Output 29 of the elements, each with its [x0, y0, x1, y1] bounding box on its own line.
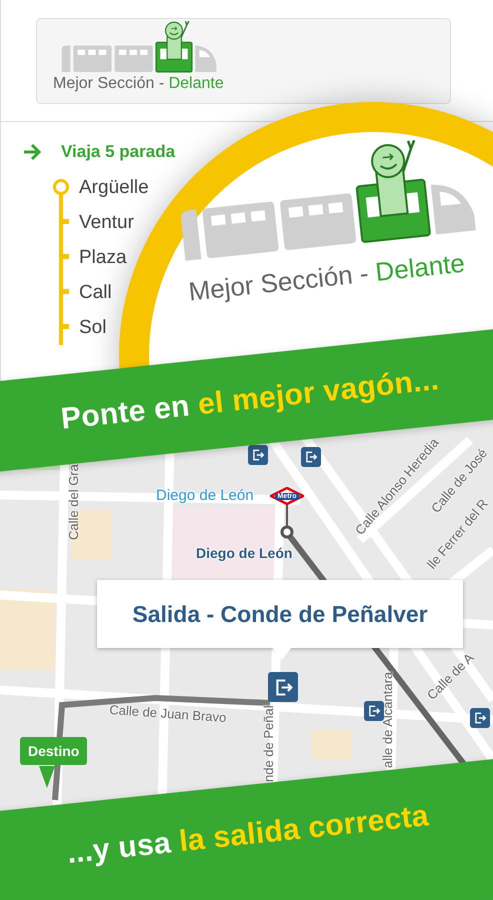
banner-text: Ponte en el mejor vagón... [59, 363, 441, 437]
exit-icon[interactable] [364, 701, 384, 721]
exit-icon[interactable] [248, 445, 268, 465]
station-label: Diego de León [196, 545, 292, 561]
stop-name: Argüelle [79, 176, 149, 198]
street-label: alle de Alcántara [380, 672, 395, 768]
stop-marker [59, 275, 69, 310]
pin-tail-icon [39, 766, 55, 788]
stop-marker [59, 240, 69, 275]
route-heading: Viaja 5 parada [61, 142, 176, 162]
callout-pointer-icon [272, 647, 292, 661]
best-section-label: Mejor Sección - Delante [53, 75, 225, 93]
exit-icon[interactable] [301, 447, 321, 467]
exit-icon[interactable] [268, 672, 298, 702]
arrow-right-icon [23, 144, 41, 160]
stop-name: Ventur [79, 212, 134, 234]
station-label: Diego de León [156, 487, 254, 504]
stop-name: Sol [79, 316, 106, 338]
street-label: Calle de Juan Bravo [108, 702, 227, 726]
stop-marker [59, 205, 69, 240]
stop-name: Plaza [79, 246, 127, 268]
banner-text: ...y usa la salida correcta [65, 799, 430, 871]
best-section-label: Mejor Sección - Delante [186, 246, 468, 308]
street-label: nde de Peñal [261, 705, 276, 782]
stop-marker [59, 310, 69, 345]
exit-icon[interactable] [470, 708, 490, 728]
stop-name: Call [79, 282, 112, 304]
street-label: Calle del Gra [66, 464, 81, 540]
exit-callout: Salida - Conde de Peñalver [97, 580, 463, 648]
